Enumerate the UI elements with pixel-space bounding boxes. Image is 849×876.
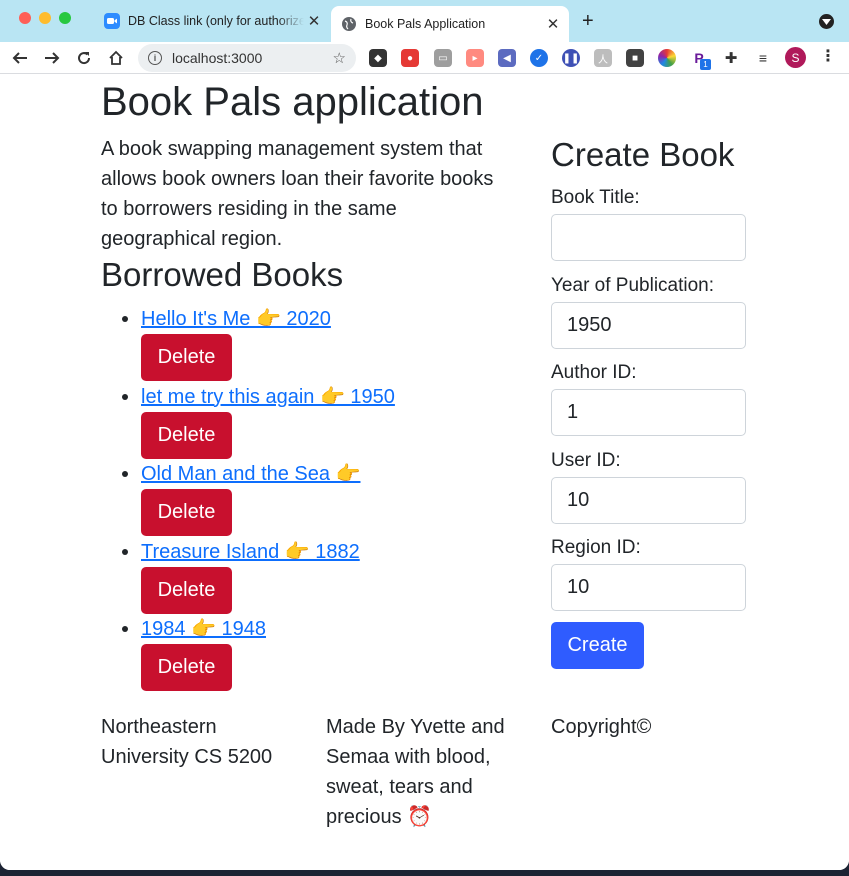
delete-button[interactable]: Delete [141, 566, 232, 614]
book-title-label: Book Title: [551, 187, 640, 208]
book-link[interactable]: Old Man and the Sea 👉 [141, 460, 360, 488]
extension-tomato-icon[interactable]: ● [401, 49, 419, 67]
media-queue-icon[interactable]: ≡ [754, 49, 772, 67]
maximize-window-button[interactable] [59, 12, 71, 24]
delete-button[interactable]: Delete [141, 334, 232, 381]
list-item: let me try this again 👉 1950 Delete [122, 383, 501, 461]
tab-strip: DB Class link (only for authorized ✕ Boo… [0, 0, 849, 42]
create-book-heading: Create Book [551, 136, 735, 173]
extension-pause-icon[interactable]: ❚❚ [562, 49, 580, 67]
list-item: Hello It's Me 👉 2020 Delete [122, 305, 501, 383]
close-tab-icon[interactable]: ✕ [304, 12, 324, 30]
extension-person-icon[interactable]: 人 [594, 49, 612, 67]
year-input[interactable] [551, 302, 746, 349]
extension-color-wheel-icon[interactable] [658, 49, 676, 67]
author-id-label: Author ID: [551, 362, 637, 383]
region-id-input[interactable] [551, 564, 746, 611]
extensions-puzzle-icon[interactable]: ✚ [722, 49, 740, 67]
extension-badge: 1 [700, 59, 711, 70]
borrowed-books-list: Hello It's Me 👉 2020 Delete let me try t… [122, 305, 501, 693]
arrow-left-icon [12, 52, 27, 64]
tab-title: Book Pals Application [365, 17, 486, 31]
extension-screencast-icon[interactable]: ▸ [466, 49, 484, 67]
globe-icon [341, 16, 357, 32]
footer-credits: Made By Yvette and Semaa with blood, swe… [326, 716, 505, 828]
forward-button[interactable] [40, 46, 64, 70]
footer-copyright: Copyright© [551, 716, 652, 738]
footer-university: Northeastern University CS 5200 [101, 716, 273, 768]
extension-check-icon[interactable]: ✓ [530, 49, 548, 67]
extension-cube-icon[interactable]: ■ [626, 49, 644, 67]
delete-button[interactable]: Delete [141, 489, 232, 536]
url-text: localhost:3000 [172, 50, 263, 66]
extension-arrow-icon[interactable]: ◀ [498, 49, 516, 67]
delete-button[interactable]: Delete [141, 644, 232, 691]
list-item: 1984 👉 1948 Delete [122, 615, 501, 693]
user-id-label: User ID: [551, 450, 621, 471]
close-tab-icon[interactable]: ✕ [543, 15, 563, 33]
reload-button[interactable] [72, 46, 96, 70]
minimize-window-button[interactable] [39, 12, 51, 24]
back-button[interactable] [8, 46, 32, 70]
bookmark-star-icon[interactable]: ☆ [333, 49, 346, 67]
browser-toolbar: i localhost:3000 ☆ ◆ ● ▭ ▸ ◀ ✓ ❚❚ 人 ■ P … [0, 42, 849, 74]
info-icon[interactable]: i [148, 51, 162, 65]
page-content: Book Pals application A book swapping ma… [0, 75, 849, 870]
region-id-label: Region ID: [551, 537, 641, 558]
reload-icon [78, 52, 91, 65]
arrow-right-icon [45, 52, 60, 64]
tab-search-button[interactable] [819, 14, 834, 29]
borrowed-books-heading: Borrowed Books [101, 256, 344, 293]
year-label: Year of Publication: [551, 275, 715, 296]
app-description: A book swapping management system that a… [101, 138, 494, 250]
delete-button[interactable]: Delete [141, 411, 232, 459]
profile-avatar[interactable]: S [785, 47, 806, 68]
list-item: Old Man and the Sea 👉 Delete [122, 460, 501, 538]
zoom-icon [104, 13, 120, 29]
create-button[interactable]: Create [551, 622, 644, 669]
tab-title: DB Class link (only for authorized [128, 14, 304, 28]
user-id-input[interactable] [551, 477, 746, 524]
book-link[interactable]: Hello It's Me 👉 2020 [141, 305, 331, 333]
book-link[interactable]: let me try this again 👉 1950 [141, 383, 395, 411]
extension-bat-icon[interactable]: ◆ [369, 49, 387, 67]
page-title: Book Pals application [101, 80, 484, 124]
browser-menu-icon[interactable]: ⋮ [820, 47, 836, 67]
tab-db-class-link[interactable]: DB Class link (only for authorized ✕ [94, 6, 330, 36]
book-link[interactable]: 1984 👉 1948 [141, 615, 266, 643]
browser-window: DB Class link (only for authorized ✕ Boo… [0, 0, 849, 870]
tab-book-pals[interactable]: Book Pals Application ✕ [331, 6, 569, 42]
home-button[interactable] [104, 46, 128, 70]
author-id-input[interactable] [551, 389, 746, 436]
address-bar[interactable]: i localhost:3000 ☆ [138, 44, 356, 72]
new-tab-button[interactable]: + [582, 10, 594, 32]
close-window-button[interactable] [19, 12, 31, 24]
chevron-down-icon [822, 18, 831, 25]
list-item: Treasure Island 👉 1882 Delete [122, 538, 501, 616]
home-icon [109, 50, 123, 65]
book-link[interactable]: Treasure Island 👉 1882 [141, 538, 360, 566]
extension-card-icon[interactable]: ▭ [434, 49, 452, 67]
book-title-input[interactable] [551, 214, 746, 261]
